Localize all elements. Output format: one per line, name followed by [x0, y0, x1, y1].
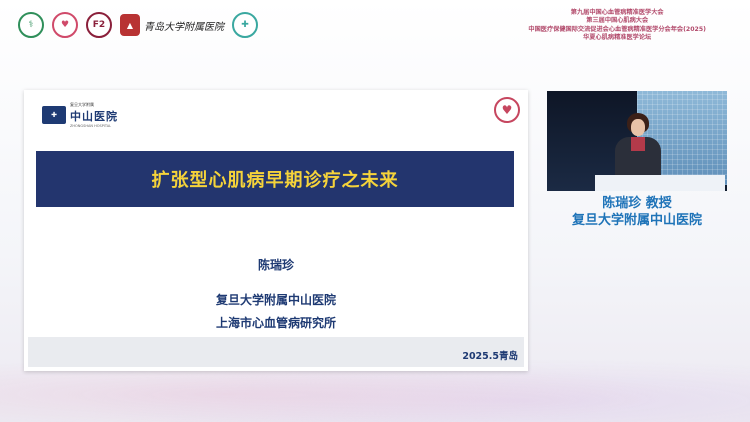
- heart-logo-icon: ♥: [52, 12, 78, 38]
- conference-line: 第三届中国心肌病大会: [586, 17, 649, 25]
- conference-line: 华夏心肌病精准医学论坛: [583, 34, 652, 42]
- slide-date-location: 2025.5青岛: [462, 351, 518, 362]
- speaker-name: 陈瑞珍: [257, 258, 294, 272]
- speaker-video: [547, 91, 727, 191]
- sponsor-logos: ⚕ ♥ F2 ▲ 青岛大学附属医院 ✚: [18, 12, 258, 38]
- speaker-info: 陈瑞珍 教授 复旦大学附属中山医院: [545, 195, 729, 229]
- hospital-logo-text: 青岛大学附属医院: [144, 21, 224, 33]
- speaker-face: [631, 119, 645, 136]
- slide-footer: 2025.5青岛: [28, 337, 524, 367]
- hospital-name: 中山医院: [70, 110, 118, 123]
- f2-logo-icon: F2: [86, 12, 112, 38]
- conference-titles: 第九届中国心血管病精准医学大会 第三届中国心肌病大会 中国医疗保健国际交流促进会…: [528, 9, 706, 43]
- university-crest-icon: ▲: [120, 14, 140, 36]
- speaker-affiliation-1: 复旦大学附属中山医院: [215, 293, 336, 307]
- podium: [595, 175, 725, 191]
- zhongshan-hospital-logo: ✚ 复旦大学附属 中山医院 ZHONGSHAN HOSPITAL: [42, 102, 118, 128]
- title-banner: 扩张型心肌病早期诊疗之未来: [36, 151, 514, 207]
- hospital-logo-icon: ✚: [232, 12, 258, 38]
- speaker-organization: 复旦大学附属中山医院: [571, 213, 702, 228]
- hospital-emblem-icon: ✚: [42, 106, 66, 124]
- speaker-scarf: [631, 137, 645, 151]
- speaker-affiliation-2: 上海市心血管病研究所: [215, 316, 336, 330]
- presentation-slide: ✚ 复旦大学附属 中山医院 ZHONGSHAN HOSPITAL ♥ 扩张型心肌…: [24, 90, 528, 371]
- conference-line: 中国医疗保健国际交流促进会心血管病精准医学分会年会(2025): [528, 25, 706, 33]
- hospital-name-en: ZHONGSHAN HOSPITAL: [70, 124, 112, 128]
- heart-icon: ♥: [494, 97, 520, 123]
- association-logo-icon: ⚕: [18, 12, 44, 38]
- slide-title: 扩张型心肌病早期诊疗之未来: [151, 170, 399, 191]
- speaker-name-title: 陈瑞珍 教授: [602, 196, 672, 211]
